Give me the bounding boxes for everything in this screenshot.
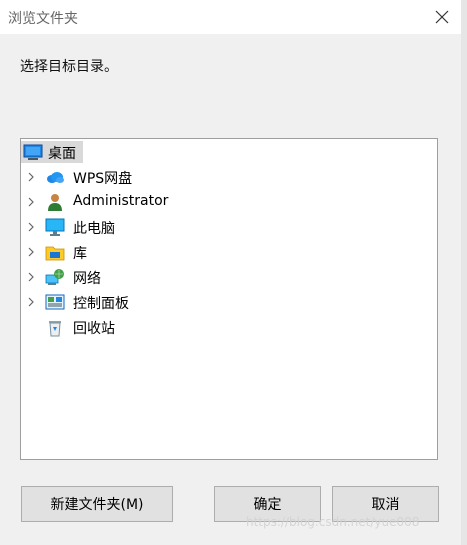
chevron-right-icon[interactable]	[25, 240, 37, 264]
library-icon	[45, 246, 65, 261]
computer-icon	[45, 218, 65, 236]
tree-item-label: 此电脑	[73, 221, 115, 237]
close-icon	[435, 10, 449, 24]
close-button[interactable]	[431, 6, 453, 28]
tree-item-label: 桌面	[48, 146, 76, 162]
tree-item-label: Administrator	[73, 193, 169, 209]
chevron-right-icon[interactable]	[25, 265, 37, 289]
tree-item-label: 库	[73, 246, 87, 262]
tree-item-recycle-bin[interactable]: 回收站	[21, 315, 437, 339]
tree-item-desktop[interactable]: 桌面	[21, 141, 83, 163]
chevron-right-icon[interactable]	[25, 165, 37, 189]
instruction-text: 选择目标目录。	[20, 59, 118, 75]
user-icon	[48, 194, 62, 211]
watermark-text: https://blog.csdn.net/yue008	[246, 515, 420, 529]
tree-item-label: 控制面板	[73, 296, 129, 312]
control-panel-icon	[45, 294, 65, 310]
desktop-icon	[23, 144, 43, 160]
cloud-icon	[47, 172, 64, 183]
title-bar: 浏览文件夹	[0, 0, 467, 34]
tree-item-administrator[interactable]: Administrator	[21, 190, 437, 214]
chevron-right-icon[interactable]	[25, 190, 37, 214]
tree-item-libraries[interactable]: 库	[21, 240, 437, 264]
tree-item-network[interactable]: 网络	[21, 265, 437, 289]
recycle-bin-icon	[49, 321, 61, 337]
folder-tree[interactable]: 桌面 WPS网盘 Administrator 此电脑 库 网络 控制面板 回收站	[20, 138, 438, 460]
new-folder-button[interactable]: 新建文件夹(M)	[21, 486, 173, 522]
tree-item-this-pc[interactable]: 此电脑	[21, 215, 437, 239]
tree-item-label: 回收站	[73, 321, 115, 337]
window-edge	[461, 0, 467, 545]
tree-item-wps-cloud[interactable]: WPS网盘	[21, 165, 437, 189]
tree-item-label: WPS网盘	[73, 171, 133, 187]
tree-item-label: 网络	[73, 271, 101, 287]
chevron-right-icon[interactable]	[25, 215, 37, 239]
window-title: 浏览文件夹	[8, 11, 78, 27]
tree-item-control-panel[interactable]: 控制面板	[21, 290, 437, 314]
network-icon	[45, 269, 64, 285]
chevron-right-icon[interactable]	[25, 290, 37, 314]
